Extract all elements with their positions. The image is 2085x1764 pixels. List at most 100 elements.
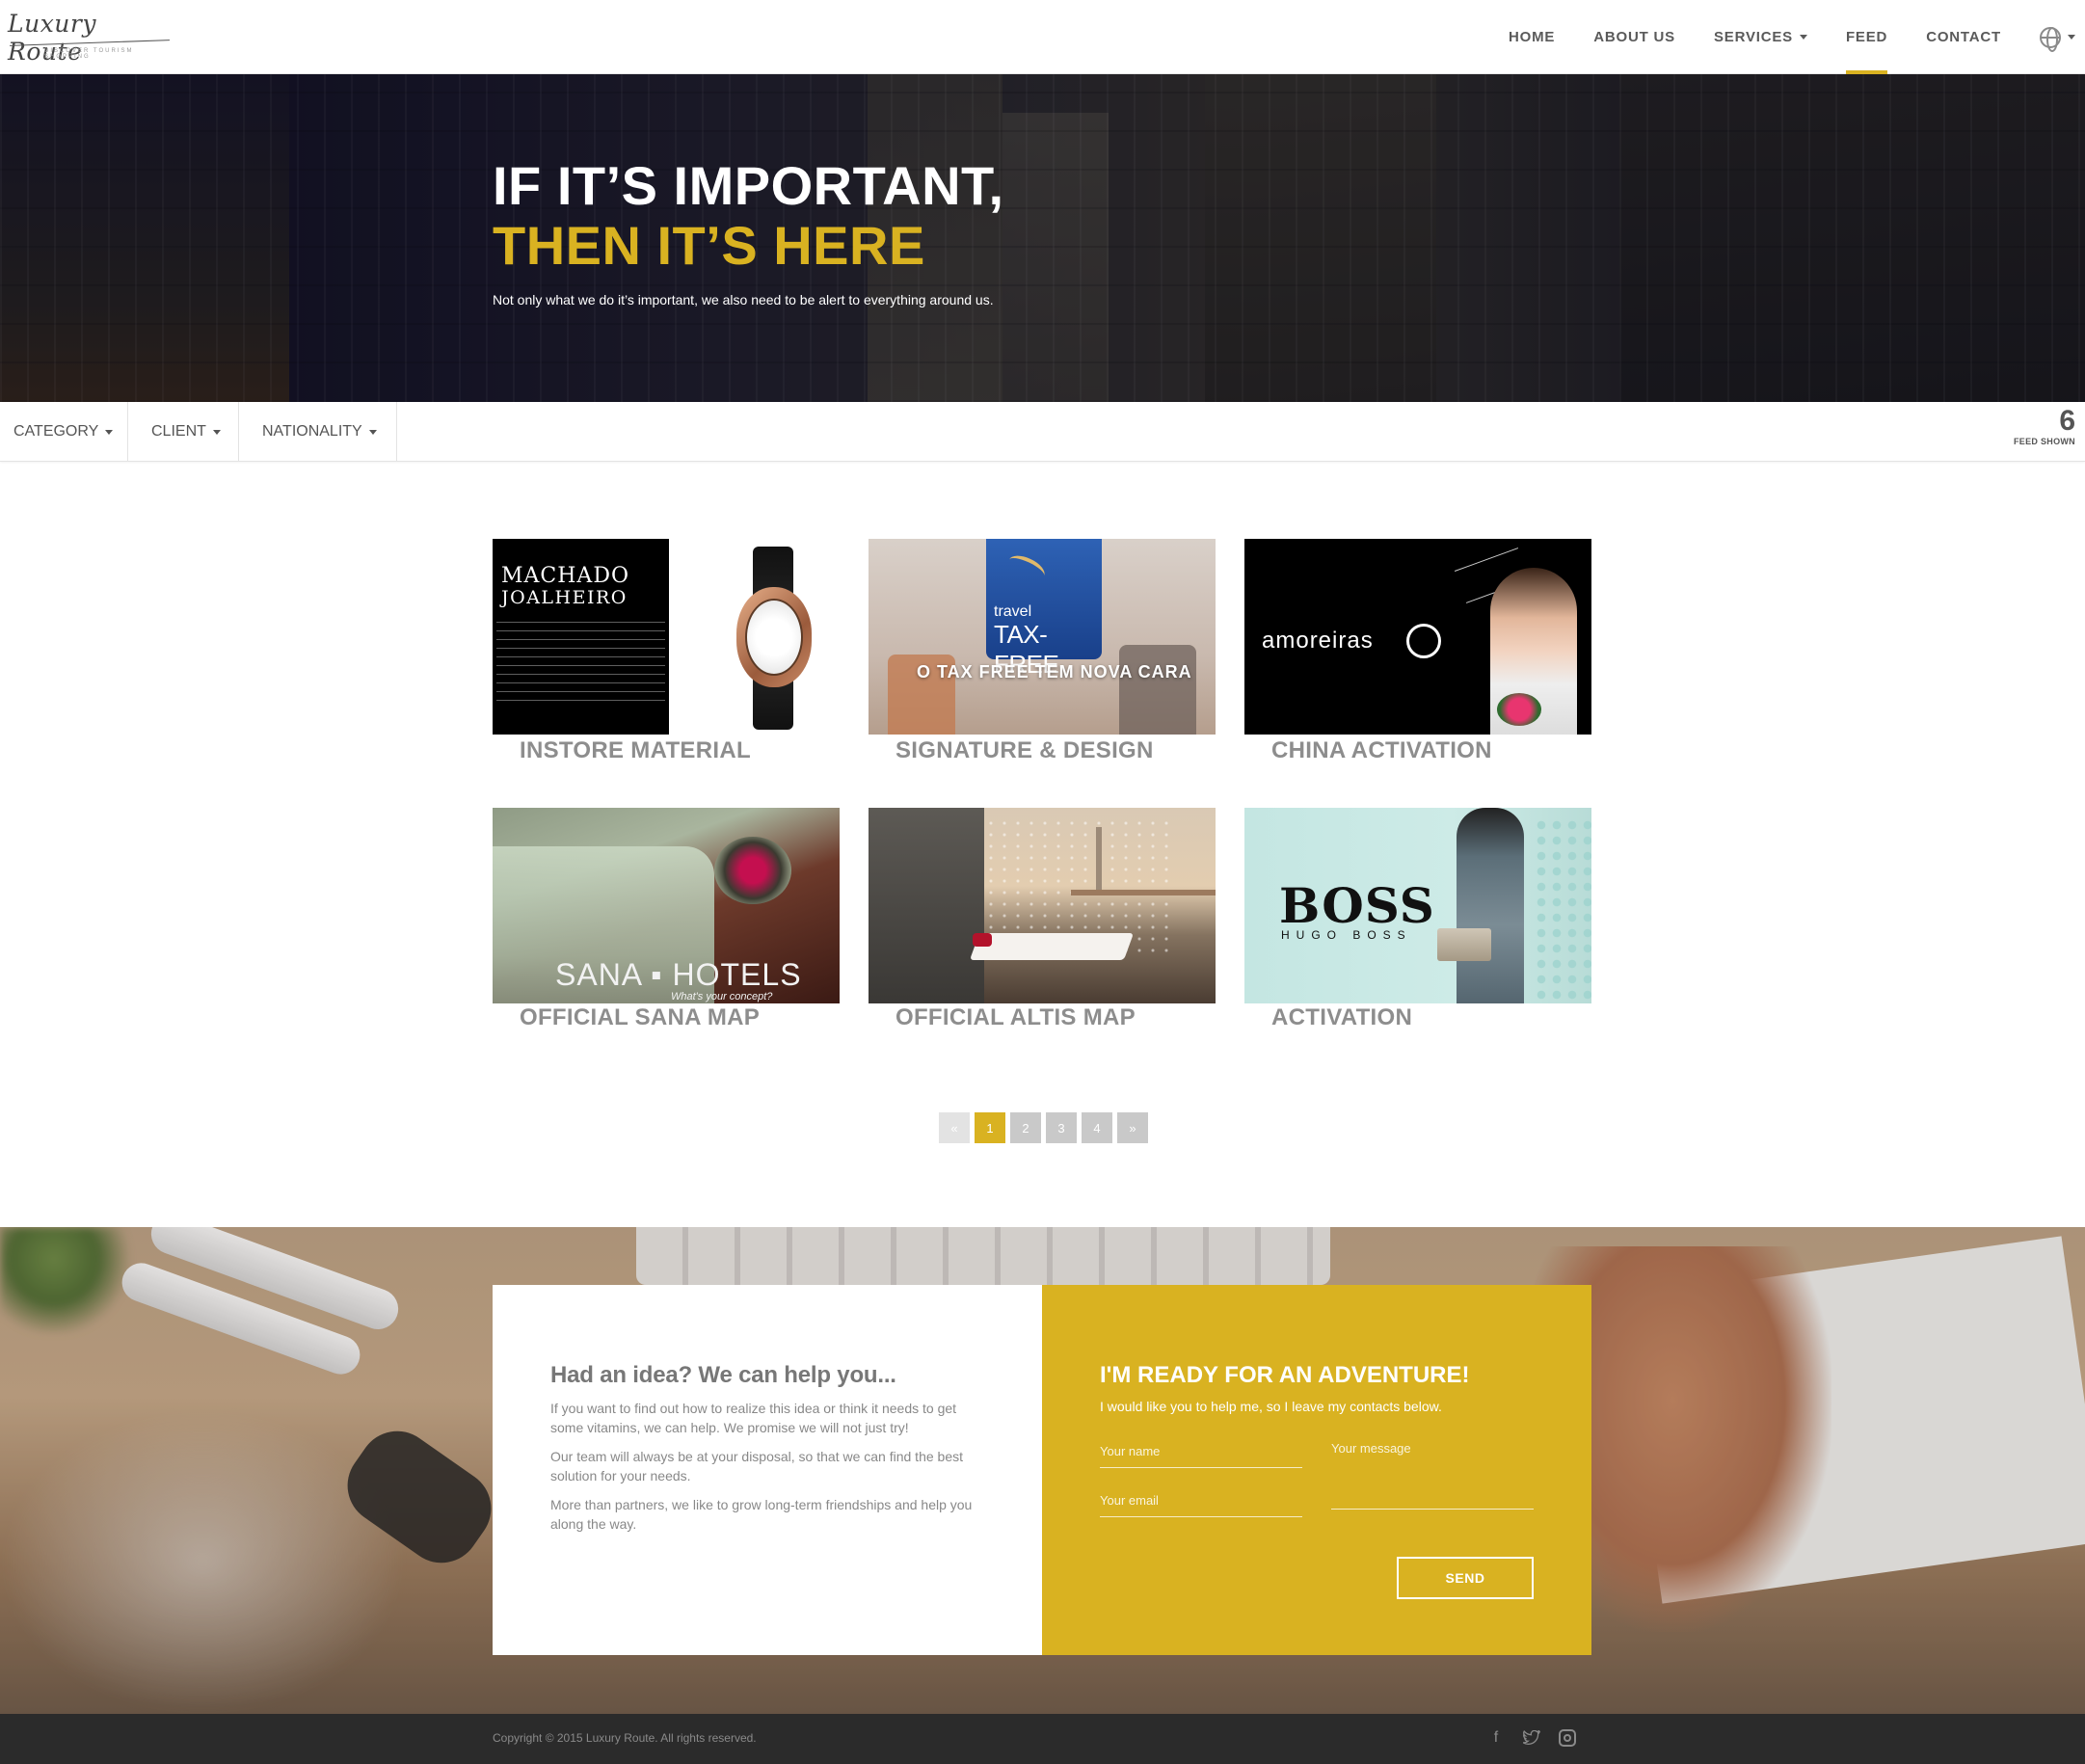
feed-card-title[interactable]: INSTORE MATERIAL <box>520 737 751 764</box>
feed-card-image[interactable]: amoreiras <box>1244 539 1591 735</box>
building-wall <box>869 808 984 1003</box>
facebook-icon[interactable]: f <box>1485 1727 1507 1749</box>
filter-category-label: CATEGORY <box>13 423 99 440</box>
pillow-graphic <box>973 933 992 947</box>
hero-title: IF IT’S IMPORTANT, THEN IT’S HERE <box>493 156 1004 276</box>
nav-home-label: HOME <box>1509 29 1556 45</box>
chevron-down-icon <box>212 429 221 435</box>
feed-card-image[interactable] <box>869 808 1216 1003</box>
main-menu: HOME ABOUT US SERVICES FEED CONTACT <box>1489 0 2085 74</box>
nav-contact[interactable]: CONTACT <box>1907 0 2020 74</box>
contact-info-title: Had an idea? We can help you... <box>550 1362 896 1388</box>
chevron-down-icon <box>105 429 114 435</box>
feed-card-title[interactable]: ACTIVATION <box>1271 1004 1412 1031</box>
card-image-text: O TAX FREE TEM NOVA CARA <box>917 662 1192 682</box>
pagination-page[interactable]: 3 <box>1046 1112 1077 1143</box>
nav-about-us[interactable]: ABOUT US <box>1574 0 1695 74</box>
send-button[interactable]: SEND <box>1397 1557 1534 1599</box>
contact-info-paragraph: Our team will always be at your disposal… <box>550 1449 963 1483</box>
nav-home[interactable]: HOME <box>1489 0 1574 74</box>
card-image-text: SANA ▪ HOTELS <box>555 957 802 992</box>
copyright-text: Copyright © 2015 Luxury Route. All right… <box>493 1731 757 1745</box>
feed-card-title[interactable]: OFFICIAL ALTIS MAP <box>895 1004 1136 1031</box>
lounger-graphic <box>969 933 1135 960</box>
model-figure <box>1457 808 1524 1003</box>
logo-tagline: DISCOVER TOURISM SHOPPING <box>44 48 134 60</box>
globe-icon <box>2040 26 2061 52</box>
card-image-text: MACHADO <box>501 564 629 588</box>
nav-feed[interactable]: FEED <box>1827 0 1907 74</box>
hero-banner: IF IT’S IMPORTANT, THEN IT’S HERE Not on… <box>0 74 2085 402</box>
chevron-down-icon <box>1799 35 1807 40</box>
card-image-text: travel <box>994 603 1032 620</box>
top-navbar: Luxury Route DISCOVER TOURISM SHOPPING H… <box>0 0 2085 74</box>
filter-nationality-label: NATIONALITY <box>262 423 362 440</box>
chevron-down-icon <box>368 429 377 435</box>
chevron-down-icon <box>2068 35 2075 40</box>
contact-info-paragraph: More than partners, we like to grow long… <box>550 1497 973 1532</box>
language-selector[interactable] <box>2020 0 2085 74</box>
watch-face <box>745 599 803 676</box>
hero-title-line2: THEN IT’S HERE <box>493 215 925 276</box>
instagram-icon[interactable] <box>1557 1727 1578 1749</box>
bridge-graphic <box>1071 890 1216 895</box>
card-image-list <box>496 614 665 701</box>
contact-form-title: I'M READY FOR AN ADVENTURE! <box>1100 1362 1470 1388</box>
card-image-text: amoreiras <box>1262 628 1374 654</box>
pagination-page[interactable]: 4 <box>1082 1112 1112 1143</box>
shopping-bag <box>1119 645 1196 735</box>
filter-client-label: CLIENT <box>151 423 206 440</box>
pagination-page[interactable]: 2 <box>1010 1112 1041 1143</box>
handbag-graphic <box>1437 928 1491 961</box>
name-field[interactable] <box>1100 1443 1302 1468</box>
tower-graphic <box>1096 827 1102 895</box>
filter-client[interactable]: CLIENT <box>128 402 239 462</box>
card-image-text: JOALHEIRO <box>501 587 628 608</box>
logo[interactable]: Luxury Route DISCOVER TOURISM SHOPPING <box>8 10 172 66</box>
twitter-bird-shape <box>1523 1730 1540 1746</box>
card-image-text: HUGO BOSS <box>1281 928 1412 942</box>
instagram-shape <box>1559 1729 1576 1747</box>
tax-free-badge: travel TAX-FREE <box>986 539 1102 679</box>
contact-form-panel: I'M READY FOR AN ADVENTURE! I would like… <box>1042 1285 1591 1655</box>
contact-info-paragraph: If you want to find out how to realize t… <box>550 1401 957 1435</box>
pagination-page[interactable]: 1 <box>975 1112 1005 1143</box>
feed-card-image[interactable]: SANA ▪ HOTELS What's your concept? <box>493 808 840 1003</box>
pagination-prev[interactable]: « <box>939 1112 970 1143</box>
heart-logo-icon <box>1406 624 1441 658</box>
nav-feed-label: FEED <box>1845 29 1888 45</box>
pagination: « 1 2 3 4 » <box>939 1112 1148 1143</box>
feed-card-title[interactable]: SIGNATURE & DESIGN <box>895 737 1154 764</box>
hero-subtitle: Not only what we do it’s important, we a… <box>493 292 994 307</box>
lamp-graphic <box>714 837 791 904</box>
nav-about-us-label: ABOUT US <box>1593 29 1675 45</box>
feed-card-title[interactable]: CHINA ACTIVATION <box>1271 737 1492 764</box>
email-field[interactable] <box>1100 1492 1302 1517</box>
nav-services-label: SERVICES <box>1713 29 1793 45</box>
hero-title-line1: IF IT’S IMPORTANT, <box>493 155 1004 216</box>
nav-services[interactable]: SERVICES <box>1695 0 1827 74</box>
twitter-icon[interactable] <box>1521 1727 1542 1749</box>
feed-count: 6 FEED SHOWN <box>2013 406 2075 447</box>
flower-graphic <box>1497 693 1541 726</box>
filter-category[interactable]: CATEGORY <box>0 402 128 462</box>
footer: Copyright © 2015 Luxury Route. All right… <box>0 1714 2085 1764</box>
cube-pattern <box>1534 817 1591 1001</box>
contact-info-panel: Had an idea? We can help you... If you w… <box>493 1285 1042 1655</box>
filter-nationality[interactable]: NATIONALITY <box>239 402 397 462</box>
nav-contact-label: CONTACT <box>1926 29 2001 45</box>
pagination-next[interactable]: » <box>1117 1112 1148 1143</box>
feed-count-label: FEED SHOWN <box>2013 437 2075 446</box>
card-image-text: What's your concept? <box>671 991 773 1002</box>
water-splash <box>984 817 1177 952</box>
card-image-text: BOSS <box>1279 877 1435 934</box>
feed-card-image[interactable]: BOSS HUGO BOSS <box>1244 808 1591 1003</box>
swoosh-icon <box>1004 550 1049 585</box>
contact-form-subtitle: I would like you to help me, so I leave … <box>1100 1399 1442 1414</box>
feed-card-image[interactable]: MACHADO JOALHEIRO <box>493 539 840 735</box>
filter-bar: CATEGORY CLIENT NATIONALITY 6 FEED SHOWN <box>0 402 2085 462</box>
feed-card-title[interactable]: OFFICIAL SANA MAP <box>520 1004 760 1031</box>
message-field[interactable] <box>1331 1441 1534 1510</box>
feed-card-image[interactable]: travel TAX-FREE O TAX FREE TEM NOVA CARA <box>869 539 1216 735</box>
hero-overlay <box>0 74 2085 402</box>
